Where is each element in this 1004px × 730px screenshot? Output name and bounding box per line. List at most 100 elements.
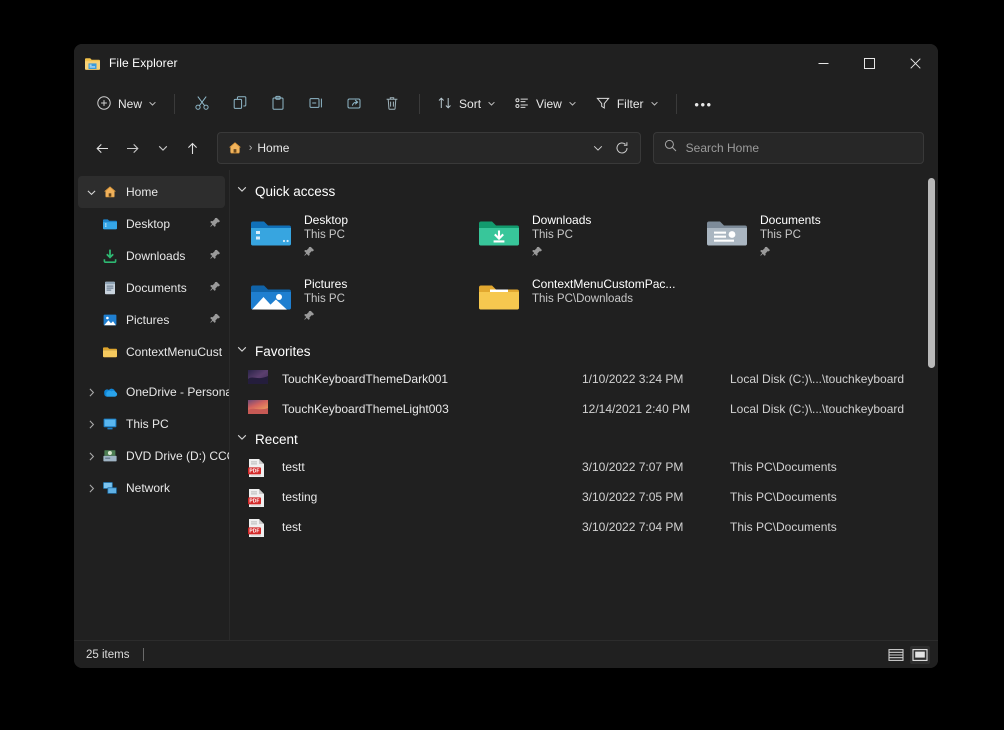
- quick-access-tile[interactable]: Desktop This PC: [248, 208, 476, 272]
- file-path: This PC\Documents: [730, 460, 837, 474]
- sidebar-item-label: DVD Drive (D:) CCCO: [126, 449, 229, 463]
- pin-icon: [210, 215, 221, 233]
- chevron-right-icon[interactable]: [80, 443, 102, 469]
- recent-locations-button[interactable]: [148, 133, 178, 163]
- quick-access-tile[interactable]: Pictures This PC: [248, 272, 476, 336]
- breadcrumb-separator: ›: [249, 142, 253, 154]
- sidebar-item-label: Documents: [126, 281, 187, 295]
- home-icon: [102, 184, 118, 200]
- tile-meta: Desktop This PC: [304, 211, 348, 262]
- file-name: TouchKeyboardThemeDark001: [282, 372, 582, 386]
- quick-access-title: Quick access: [255, 184, 335, 199]
- sidebar-item-label: Pictures: [126, 313, 169, 327]
- table-row[interactable]: PDF testing 3/10/2022 7:05 PM This PC\Do…: [248, 482, 938, 512]
- quick-access-tile[interactable]: ContextMenuCustomPac... This PC\Download…: [476, 272, 704, 336]
- paste-button[interactable]: [260, 88, 296, 120]
- folder-icon: [476, 275, 522, 319]
- sidebar-item-onedrive[interactable]: OneDrive - Personal: [74, 376, 229, 408]
- table-row[interactable]: PDF test 3/10/2022 7:04 PM This PC\Docum…: [248, 512, 938, 542]
- previous-locations-button[interactable]: [586, 135, 610, 161]
- details-view-button[interactable]: [886, 646, 906, 664]
- see-more-button[interactable]: •••: [686, 88, 722, 120]
- folder-explorer-icon: [84, 55, 101, 72]
- svg-text:PDF: PDF: [249, 499, 259, 505]
- delete-icon: [384, 95, 400, 114]
- minimize-button[interactable]: [800, 44, 846, 82]
- chevron-right-icon[interactable]: [80, 475, 102, 501]
- recent-title: Recent: [255, 432, 298, 447]
- forward-button[interactable]: [118, 133, 148, 163]
- quick-access-tiles: Desktop This PC Downloads This PC: [230, 204, 938, 336]
- status-bar: 25 items: [74, 640, 938, 668]
- onedrive-icon: [102, 384, 118, 400]
- sidebar-item-label: ContextMenuCust: [126, 345, 222, 359]
- see-more-icon: •••: [694, 97, 712, 112]
- quick-access-tile[interactable]: Documents This PC: [704, 208, 932, 272]
- this-pc-icon: [102, 416, 118, 432]
- sidebar-item-dvd-drive[interactable]: DVD Drive (D:) CCCO: [74, 440, 229, 472]
- toolbar-divider: [174, 94, 175, 114]
- file-date: 3/10/2022 7:04 PM: [582, 520, 730, 534]
- quick-access-tile[interactable]: Downloads This PC: [476, 208, 704, 272]
- rename-button[interactable]: [298, 88, 334, 120]
- window-body: Home Desktop Downloads: [74, 170, 938, 640]
- file-path: Local Disk (C:)\...\touchkeyboard: [730, 372, 904, 386]
- favorites-title: Favorites: [255, 344, 311, 359]
- network-icon: [102, 480, 118, 496]
- copy-button[interactable]: [222, 88, 258, 120]
- cut-button[interactable]: [184, 88, 220, 120]
- folder-icon: [102, 344, 118, 360]
- close-button[interactable]: [892, 44, 938, 82]
- quick-access-header[interactable]: Quick access: [230, 176, 938, 204]
- chevron-right-icon[interactable]: [80, 411, 102, 437]
- file-path: This PC\Documents: [730, 520, 837, 534]
- maximize-button[interactable]: [846, 44, 892, 82]
- tile-name: Pictures: [304, 277, 347, 291]
- pin-icon: [210, 311, 221, 329]
- chevron-down-icon[interactable]: [236, 182, 248, 200]
- sidebar-item-label: Network: [126, 481, 170, 495]
- delete-button[interactable]: [374, 88, 410, 120]
- chevron-down-icon[interactable]: [236, 430, 248, 448]
- favorites-header[interactable]: Favorites: [230, 336, 938, 364]
- toolbar-divider-3: [676, 94, 677, 114]
- view-button[interactable]: View: [506, 88, 585, 120]
- chevron-right-icon[interactable]: [80, 379, 102, 405]
- sidebar-item-documents[interactable]: Documents: [74, 272, 229, 304]
- vertical-scrollbar[interactable]: [928, 178, 935, 368]
- command-bar: New: [74, 82, 938, 126]
- back-button[interactable]: [88, 133, 118, 163]
- table-row[interactable]: TouchKeyboardThemeDark001 1/10/2022 3:24…: [248, 364, 938, 394]
- sidebar-item-home[interactable]: Home: [78, 176, 225, 208]
- sidebar-item-pictures[interactable]: Pictures: [74, 304, 229, 336]
- chevron-down-icon[interactable]: [80, 179, 102, 205]
- new-button[interactable]: New: [88, 88, 165, 120]
- search-input[interactable]: Search Home: [686, 141, 759, 155]
- filter-button[interactable]: Filter: [587, 88, 667, 120]
- up-button[interactable]: [178, 133, 208, 163]
- search-icon: [664, 139, 677, 157]
- file-name: testing: [282, 490, 582, 504]
- home-icon: [227, 140, 243, 156]
- breadcrumb-home[interactable]: Home: [257, 141, 289, 155]
- sidebar-item-network[interactable]: Network: [74, 472, 229, 504]
- sidebar-item-this-pc[interactable]: This PC: [74, 408, 229, 440]
- search-box[interactable]: Search Home: [653, 132, 924, 164]
- sidebar-item-label: Home: [126, 185, 158, 199]
- table-row[interactable]: PDF testt 3/10/2022 7:07 PM This PC\Docu…: [248, 452, 938, 482]
- address-bar[interactable]: › Home: [217, 132, 641, 164]
- tile-meta: Pictures This PC: [304, 275, 347, 326]
- sidebar-item-desktop[interactable]: Desktop: [74, 208, 229, 240]
- sidebar-item-contextmenucust[interactable]: ContextMenuCust: [74, 336, 229, 368]
- file-path: This PC\Documents: [730, 490, 837, 504]
- chevron-down-icon[interactable]: [236, 342, 248, 360]
- refresh-button[interactable]: [610, 135, 634, 161]
- recent-header[interactable]: Recent: [230, 424, 938, 452]
- large-icons-view-button[interactable]: [910, 646, 930, 664]
- image-thumbnail-dark-icon: [248, 370, 268, 388]
- table-row[interactable]: TouchKeyboardThemeLight003 12/14/2021 2:…: [248, 394, 938, 424]
- share-button[interactable]: [336, 88, 372, 120]
- sidebar-item-downloads[interactable]: Downloads: [74, 240, 229, 272]
- title-bar: File Explorer: [74, 44, 938, 82]
- sort-button[interactable]: Sort: [429, 88, 504, 120]
